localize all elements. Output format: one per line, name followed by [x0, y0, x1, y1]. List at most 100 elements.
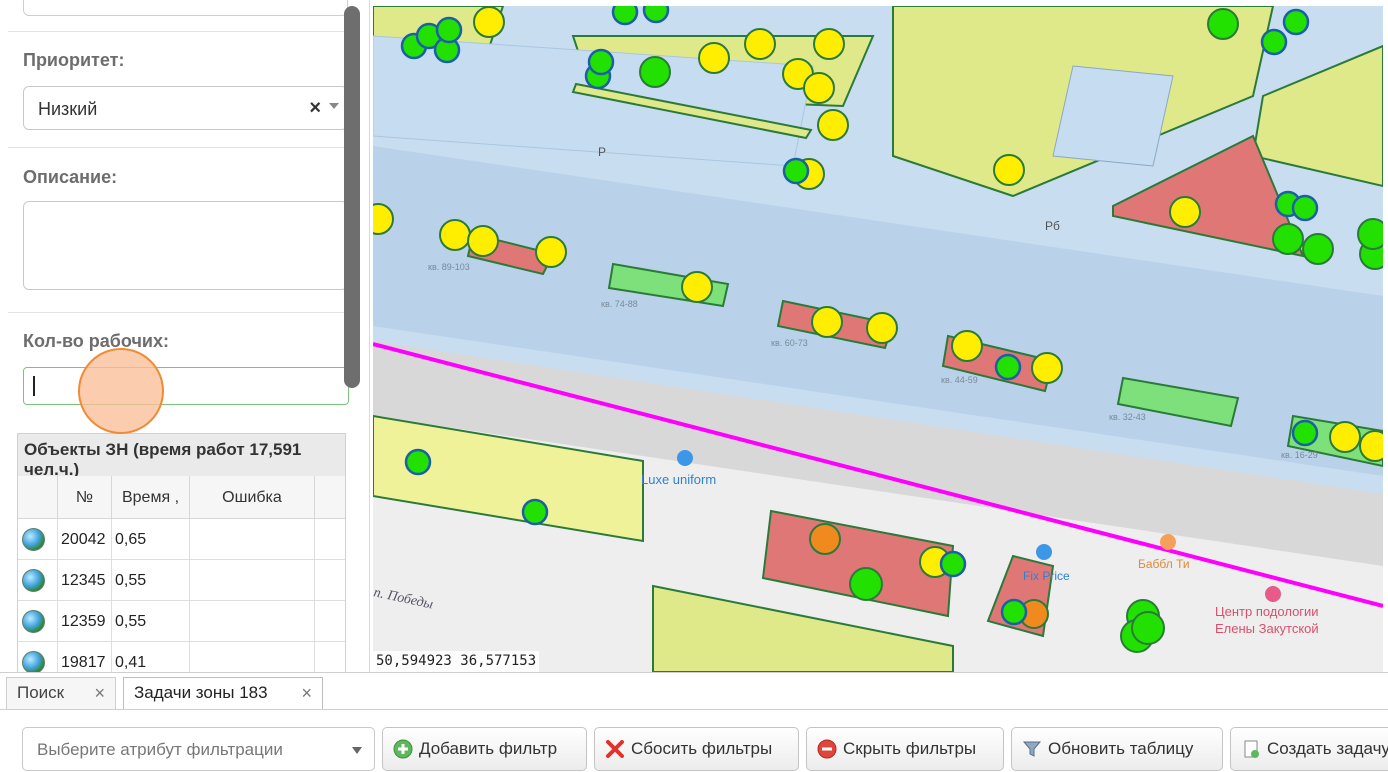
hide-filters-button[interactable]: Скрыть фильтры — [806, 727, 1004, 771]
object-marker-yellow[interactable] — [951, 330, 983, 362]
object-marker-selected[interactable] — [642, 6, 670, 24]
object-marker-green[interactable] — [639, 56, 671, 88]
priority-select[interactable]: Низкий × — [23, 86, 348, 130]
object-marker-green[interactable] — [1302, 233, 1334, 265]
object-marker-selected[interactable] — [782, 157, 810, 185]
row-icon-cell — [18, 601, 58, 642]
object-marker-selected[interactable] — [1000, 598, 1028, 626]
filter-attribute-select[interactable]: Выберите атрибут фильтрации — [22, 727, 375, 771]
cell-time: 0,55 — [112, 560, 190, 601]
poi-label[interactable]: Fix Price — [1023, 569, 1070, 583]
add-filter-button[interactable]: Добавить фильтр — [382, 727, 587, 771]
object-marker-green[interactable] — [1207, 8, 1239, 40]
object-marker-yellow[interactable] — [744, 28, 776, 60]
reset-filters-button[interactable]: Сбосить фильтры — [594, 727, 799, 771]
object-marker-yellow[interactable] — [1031, 352, 1063, 384]
cell-time: 0,41 — [112, 642, 190, 672]
map-view[interactable]: P Pб кв. 89-103 кв. 74-88 кв. 60-73 кв. … — [373, 6, 1383, 672]
map-canvas[interactable]: P Pб кв. 89-103 кв. 74-88 кв. 60-73 кв. … — [373, 6, 1383, 672]
header-error[interactable]: Ошибка — [190, 476, 315, 519]
poi-label[interactable]: Центр подологии — [1215, 604, 1319, 619]
tab-zone-tasks[interactable]: Задачи зоны 183 × — [123, 677, 323, 710]
table-row[interactable]: 19817 0,41 — [18, 642, 345, 672]
object-marker-selected[interactable] — [939, 550, 967, 578]
priority-value: Низкий — [38, 99, 98, 119]
object-marker-yellow[interactable] — [535, 236, 567, 268]
object-marker-selected[interactable] — [1291, 194, 1319, 222]
cell-error — [190, 642, 315, 672]
filter-placeholder: Выберите атрибут фильтрации — [37, 740, 283, 759]
table-row[interactable]: 20042 0,65 — [18, 519, 345, 560]
cafe-icon[interactable] — [1160, 534, 1176, 550]
object-marker-selected[interactable] — [1282, 8, 1310, 36]
refresh-table-button[interactable]: Обновить таблицу — [1011, 727, 1223, 771]
header-icon-column — [18, 476, 58, 519]
object-marker-yellow[interactable] — [1329, 421, 1361, 453]
parking-label: P — [598, 145, 606, 159]
shop-icon[interactable] — [1036, 544, 1052, 560]
app-window: Приоритет: Низкий × Описание: Кол-во раб… — [0, 0, 1388, 772]
description-textarea[interactable] — [23, 201, 348, 290]
table-row[interactable]: 12345 0,55 — [18, 560, 345, 601]
panel-scrollbar[interactable] — [344, 6, 360, 388]
globe-icon — [22, 528, 45, 551]
close-icon[interactable]: × — [94, 678, 105, 708]
object-marker-selected[interactable] — [587, 48, 615, 76]
poi-label[interactable]: Баббл Ти — [1138, 557, 1190, 571]
object-marker-yellow[interactable] — [993, 154, 1025, 186]
dropdown-arrow-icon[interactable] — [329, 103, 339, 109]
shop-icon[interactable] — [677, 450, 693, 466]
cell-number: 19817 — [58, 642, 112, 672]
object-marker-green[interactable] — [1357, 218, 1383, 250]
globe-icon — [22, 651, 45, 672]
object-marker-green[interactable] — [1131, 611, 1165, 645]
object-marker-yellow[interactable] — [811, 306, 843, 338]
object-marker-yellow[interactable] — [1169, 196, 1201, 228]
object-marker-selected[interactable] — [1291, 419, 1319, 447]
object-marker-yellow[interactable] — [813, 28, 845, 60]
header-spacer — [315, 476, 345, 519]
cell-number: 12359 — [58, 601, 112, 642]
tab-label: Поиск — [17, 683, 65, 702]
header-number[interactable]: № — [58, 476, 112, 519]
tab-label: Задачи зоны 183 — [134, 683, 268, 702]
clear-icon[interactable]: × — [309, 97, 321, 120]
object-marker-yellow[interactable] — [373, 203, 394, 235]
object-marker-orange[interactable] — [809, 523, 841, 555]
building-label: кв. 44-59 — [941, 375, 978, 385]
tab-search[interactable]: Поиск × — [6, 677, 116, 710]
zone-yellow[interactable] — [1251, 44, 1383, 188]
object-marker-selected[interactable] — [521, 498, 549, 526]
object-marker-selected[interactable] — [435, 16, 463, 44]
object-marker-selected[interactable] — [994, 353, 1022, 381]
object-marker-yellow[interactable] — [467, 225, 499, 257]
object-marker-selected[interactable] — [1260, 28, 1288, 56]
object-marker-yellow[interactable] — [681, 271, 713, 303]
object-marker-yellow[interactable] — [866, 312, 898, 344]
object-marker-yellow[interactable] — [817, 109, 849, 141]
close-icon[interactable]: × — [301, 678, 312, 708]
object-marker-green[interactable] — [1272, 223, 1304, 255]
poi-label[interactable]: Елены Закутской — [1215, 621, 1319, 636]
object-marker-yellow[interactable] — [698, 42, 730, 74]
building-label: кв. 32-43 — [1109, 412, 1146, 422]
workers-count-input[interactable] — [23, 367, 349, 405]
object-marker-yellow[interactable] — [803, 72, 835, 104]
object-marker-green[interactable] — [849, 567, 883, 601]
previous-field[interactable] — [23, 0, 348, 16]
cell-error — [190, 601, 315, 642]
cell-error — [190, 560, 315, 601]
object-marker-selected[interactable] — [611, 6, 639, 26]
header-time[interactable]: Время , — [112, 476, 190, 519]
create-task-button[interactable]: Создать задачу — [1230, 727, 1388, 771]
clinic-icon[interactable] — [1265, 586, 1281, 602]
table-row[interactable]: 12359 0,55 — [18, 601, 345, 642]
poi-label[interactable]: Luxe uniform — [641, 472, 716, 487]
object-marker-yellow[interactable] — [1359, 430, 1383, 462]
dropdown-arrow-icon[interactable] — [352, 747, 362, 754]
object-marker-selected[interactable] — [404, 448, 432, 476]
object-marker-yellow[interactable] — [473, 6, 505, 38]
divider — [8, 312, 360, 313]
cell-number: 12345 — [58, 560, 112, 601]
object-marker-yellow[interactable] — [439, 219, 471, 251]
